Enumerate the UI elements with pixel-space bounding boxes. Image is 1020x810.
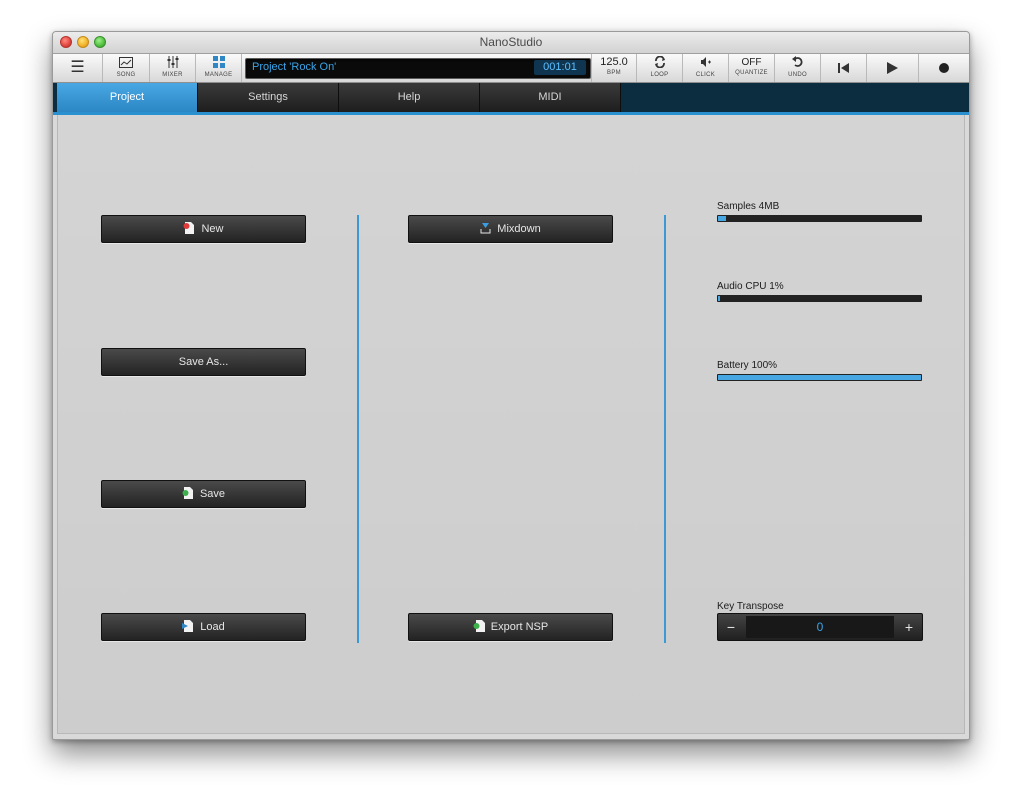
- new-button[interactable]: New: [101, 215, 306, 243]
- manage-grid-icon: [196, 56, 241, 71]
- undo-label: UNDO: [788, 72, 807, 78]
- tempo-button[interactable]: 125.0 BPM: [591, 54, 637, 82]
- save-button[interactable]: Save: [101, 480, 306, 508]
- undo-button[interactable]: UNDO: [775, 54, 821, 82]
- tab-midi[interactable]: MIDI: [480, 83, 621, 112]
- loop-label: LOOP: [650, 72, 669, 78]
- bpm-label: BPM: [607, 70, 621, 76]
- save-document-icon: [182, 481, 194, 507]
- tab-help[interactable]: Help: [339, 83, 480, 112]
- samples-meter-fill: [718, 216, 726, 221]
- project-panel: New Save As... Save Load Mixdown Export …: [57, 115, 965, 734]
- key-transpose-stepper: − 0 +: [717, 613, 923, 641]
- transport-display[interactable]: Project 'Rock On' 001:01: [245, 58, 591, 79]
- quantize-button[interactable]: OFF QUANTIZE: [729, 54, 775, 82]
- mixdown-icon: [480, 216, 491, 242]
- load-button[interactable]: Load: [101, 613, 306, 641]
- window-title: NanoStudio: [479, 35, 543, 49]
- battery-meter-label: Battery 100%: [717, 360, 778, 371]
- quantize-value: OFF: [741, 57, 762, 68]
- export-nsp-label: Export NSP: [490, 621, 549, 633]
- song-position-display: 001:01: [534, 60, 586, 75]
- cpu-meter: [717, 295, 922, 302]
- project-name: Project 'Rock On': [252, 61, 337, 73]
- mixdown-button[interactable]: Mixdown: [408, 215, 613, 243]
- column-divider-right: [664, 215, 666, 643]
- song-label: SONG: [116, 72, 136, 78]
- song-button[interactable]: SONG: [103, 54, 150, 82]
- rewind-button[interactable]: [821, 54, 867, 82]
- load-label: Load: [200, 621, 225, 633]
- speaker-click-icon: [683, 56, 728, 71]
- battery-meter: [717, 374, 922, 381]
- column-divider-left: [357, 215, 359, 643]
- click-label: CLICK: [695, 72, 716, 78]
- cpu-meter-fill: [718, 296, 720, 301]
- export-document-icon: [473, 614, 485, 640]
- menu-button[interactable]: ☰: [53, 54, 103, 82]
- new-label: New: [201, 223, 224, 235]
- load-document-icon: [182, 614, 194, 640]
- transpose-increment-button[interactable]: +: [896, 614, 922, 640]
- tab-bar: Project Settings Help MIDI: [53, 83, 969, 115]
- skip-to-start-icon: [821, 54, 866, 82]
- tab-project[interactable]: Project: [57, 83, 198, 112]
- tab-settings[interactable]: Settings: [198, 83, 339, 112]
- transpose-decrement-button[interactable]: −: [718, 614, 744, 640]
- record-icon: [919, 54, 969, 82]
- save-label: Save: [199, 488, 226, 500]
- battery-meter-fill: [718, 375, 921, 380]
- key-transpose-label: Key Transpose: [717, 601, 784, 612]
- toolbar: ☰ SONG MIXER MANAGE Project 'Rock On' 00…: [53, 54, 969, 83]
- bpm-value: 125.0: [600, 56, 628, 68]
- mixer-faders-icon: [150, 56, 195, 71]
- hamburger-menu-icon: ☰: [70, 59, 85, 76]
- mixer-label: MIXER: [162, 72, 183, 78]
- play-icon: [867, 54, 918, 82]
- quantize-label: QUANTIZE: [735, 70, 768, 76]
- click-button[interactable]: CLICK: [683, 54, 729, 82]
- samples-meter: [717, 215, 922, 222]
- loop-icon: [637, 55, 682, 71]
- mixdown-label: Mixdown: [497, 223, 541, 235]
- save-as-label: Save As...: [178, 356, 229, 368]
- new-document-icon: [183, 216, 195, 242]
- export-nsp-button[interactable]: Export NSP: [408, 613, 613, 641]
- title-bar: NanoStudio: [53, 32, 969, 54]
- song-icon: [103, 56, 149, 71]
- cpu-meter-label: Audio CPU 1%: [717, 281, 784, 292]
- samples-meter-label: Samples 4MB: [717, 201, 780, 212]
- transpose-value[interactable]: 0: [746, 616, 894, 638]
- record-button[interactable]: [919, 54, 969, 82]
- app-window: NanoStudio ☰ SONG MIXER MANAGE Project '…: [52, 31, 970, 740]
- save-as-button[interactable]: Save As...: [101, 348, 306, 376]
- play-button[interactable]: [867, 54, 919, 82]
- manage-label: MANAGE: [204, 72, 233, 78]
- manage-button[interactable]: MANAGE: [196, 54, 242, 82]
- mixer-button[interactable]: MIXER: [150, 54, 196, 82]
- undo-icon: [775, 56, 820, 71]
- loop-button[interactable]: LOOP: [637, 54, 683, 82]
